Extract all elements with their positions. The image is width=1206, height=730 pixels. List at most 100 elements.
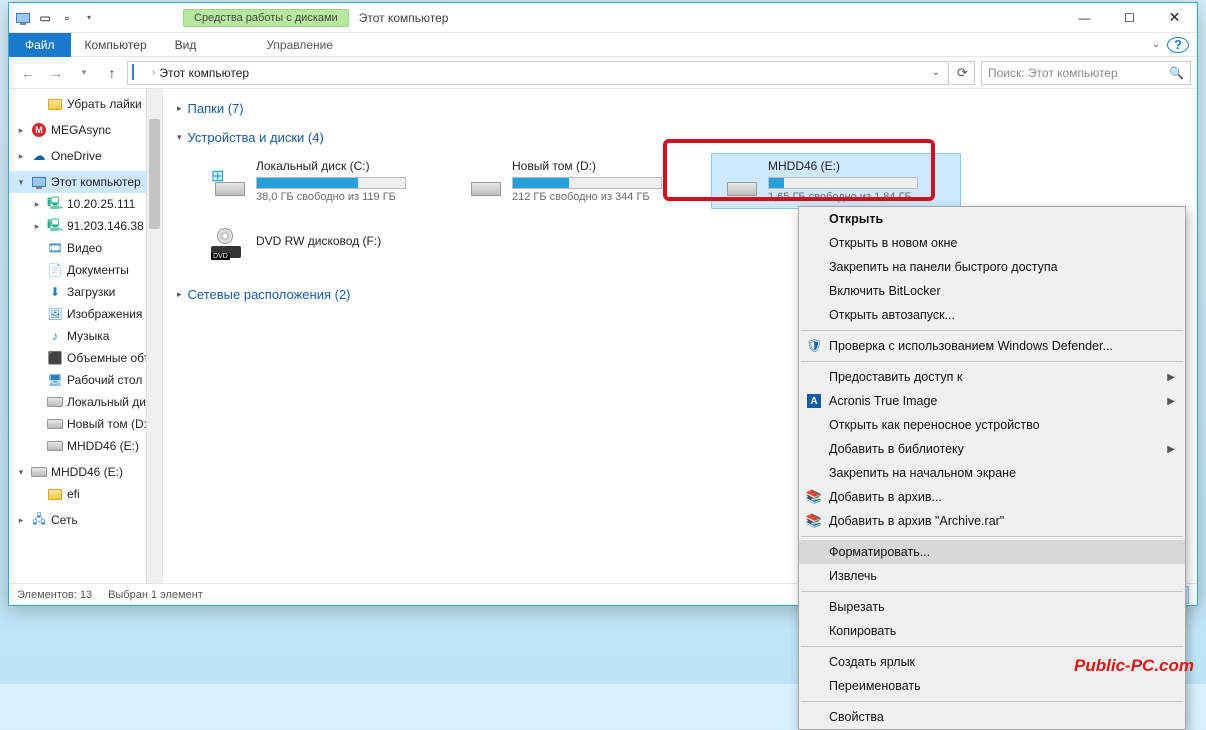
nav-item[interactable]: ▸♪Музыка bbox=[9, 325, 162, 347]
drive-item[interactable]: DVDDVD RW дисковод (F:) bbox=[199, 215, 449, 271]
nav-item[interactable]: ▸Локальный дис bbox=[9, 391, 162, 413]
context-menu-item[interactable]: Копировать bbox=[799, 619, 1185, 643]
ribbon-tab-computer[interactable]: Компьютер bbox=[71, 34, 161, 56]
qa-properties-icon[interactable]: ▭ bbox=[34, 7, 56, 29]
nav-item[interactable]: ▸⬛Объемные объ bbox=[9, 347, 162, 369]
ribbon-expand-icon[interactable]: ⌄ bbox=[1145, 39, 1167, 50]
navigation-pane[interactable]: ▸Убрать лайки Вк▸MMEGAsync▸☁OneDrive▾Это… bbox=[9, 89, 163, 583]
context-menu-item[interactable]: Закрепить на панели быстрого доступа bbox=[799, 255, 1185, 279]
nav-item[interactable]: ▸🖼Изображения bbox=[9, 303, 162, 325]
nav-item[interactable]: ▸🖳10.20.25.111 bbox=[9, 193, 162, 215]
nav-recent-dropdown[interactable]: ▾ bbox=[71, 60, 97, 86]
context-menu-item[interactable]: Извлечь bbox=[799, 564, 1185, 588]
tree-twist-icon[interactable]: ▸ bbox=[15, 125, 27, 136]
nav-item[interactable]: ▸☁OneDrive bbox=[9, 145, 162, 167]
chevron-right-icon: ▸ bbox=[177, 103, 182, 114]
nav-item[interactable]: ▸🖳91.203.146.38 bbox=[9, 215, 162, 237]
context-menu-item[interactable]: 🛡Проверка с использованием Windows Defen… bbox=[799, 334, 1185, 358]
context-menu-item[interactable]: Переименовать bbox=[799, 674, 1185, 698]
drive-capacity-bar bbox=[768, 177, 918, 189]
context-menu-item[interactable]: Открыть автозапуск... bbox=[799, 303, 1185, 327]
nav-forward-button[interactable]: → bbox=[43, 60, 69, 86]
qa-dropdown-icon[interactable]: ▾ bbox=[78, 7, 100, 29]
refresh-button[interactable]: ⟳ bbox=[951, 61, 975, 85]
section-drives[interactable]: ▾ Устройства и диски (4) bbox=[169, 124, 1191, 153]
chevron-down-icon: ▾ bbox=[177, 132, 182, 143]
drive-name: Локальный диск (C:) bbox=[256, 159, 442, 173]
section-network-label: Сетевые расположения (2) bbox=[188, 287, 351, 302]
context-menu-item[interactable]: Свойства bbox=[799, 705, 1185, 729]
ribbon-tab-manage[interactable]: Управление bbox=[252, 34, 347, 56]
context-menu-item[interactable]: 📚Добавить в архив... bbox=[799, 485, 1185, 509]
address-icon bbox=[132, 65, 148, 81]
menu-item-label: Включить BitLocker bbox=[829, 284, 941, 298]
nav-item-icon: ☁ bbox=[31, 148, 47, 164]
nav-item[interactable]: ▸Убрать лайки Вк bbox=[9, 93, 162, 115]
context-menu-item[interactable]: Включить BitLocker bbox=[799, 279, 1185, 303]
menu-item-label: Проверка с использованием Windows Defend… bbox=[829, 339, 1113, 353]
nav-item[interactable]: ▸📄Документы bbox=[9, 259, 162, 281]
tree-twist-icon[interactable]: ▸ bbox=[15, 515, 27, 526]
nav-item[interactable]: ▸🎞Видео bbox=[9, 237, 162, 259]
tree-twist-icon[interactable]: ▾ bbox=[15, 467, 27, 478]
ribbon-tab-view[interactable]: Вид bbox=[161, 34, 211, 56]
nav-item[interactable]: ▸Новый том (D:) bbox=[9, 413, 162, 435]
chevron-right-icon: ▸ bbox=[177, 289, 182, 300]
context-menu-item[interactable]: AAcronis True Image▶ bbox=[799, 389, 1185, 413]
nav-item[interactable]: ▸🖥Рабочий стол bbox=[9, 369, 162, 391]
context-menu-item[interactable]: Предоставить доступ к▶ bbox=[799, 365, 1185, 389]
contextual-tab-group: Средства работы с дисками bbox=[183, 3, 349, 33]
nav-item[interactable]: ▸efi bbox=[9, 483, 162, 505]
drive-item[interactable]: MHDD46 (E:)1,65 ГБ свободно из 1,84 ГБ bbox=[711, 153, 961, 209]
nav-item-icon: 🖧 bbox=[31, 512, 47, 528]
drive-item[interactable]: Новый том (D:)212 ГБ свободно из 344 ГБ bbox=[455, 153, 705, 209]
context-menu-item[interactable]: Вырезать bbox=[799, 595, 1185, 619]
nav-item-label: Загрузки bbox=[67, 285, 115, 299]
section-folders[interactable]: ▸ Папки (7) bbox=[169, 95, 1191, 124]
tree-twist-icon[interactable]: ▸ bbox=[15, 151, 27, 162]
tree-twist-icon[interactable]: ▾ bbox=[15, 177, 27, 188]
context-menu-item[interactable]: Открыть bbox=[799, 207, 1185, 231]
menu-item-label: Предоставить доступ к bbox=[829, 370, 962, 384]
nav-item-icon bbox=[47, 394, 63, 410]
nav-item-icon: ⬛ bbox=[47, 350, 63, 366]
nav-item-icon bbox=[31, 464, 47, 480]
nav-item-label: MHDD46 (E:) bbox=[67, 439, 139, 453]
help-icon[interactable]: ? bbox=[1167, 37, 1189, 53]
drive-item[interactable]: ⊞Локальный диск (C:)38,0 ГБ свободно из … bbox=[199, 153, 449, 209]
close-button[interactable]: ✕ bbox=[1152, 4, 1197, 32]
menu-item-label: Открыть bbox=[829, 212, 883, 226]
context-menu-item[interactable]: Открыть в новом окне bbox=[799, 231, 1185, 255]
nav-up-button[interactable]: ↑ bbox=[99, 60, 125, 86]
nav-item-label: Музыка bbox=[67, 329, 109, 343]
nav-back-button[interactable]: ← bbox=[15, 60, 41, 86]
context-menu-item[interactable]: Закрепить на начальном экране bbox=[799, 461, 1185, 485]
context-menu-item[interactable]: 📚Добавить в архив "Archive.rar" bbox=[799, 509, 1185, 533]
nav-item[interactable]: ▾MHDD46 (E:) bbox=[9, 461, 162, 483]
nav-item-icon: 🎞 bbox=[47, 240, 63, 256]
search-input[interactable]: Поиск: Этот компьютер 🔍 bbox=[981, 61, 1191, 85]
address-bar[interactable]: › Этот компьютер ⌄ bbox=[127, 61, 949, 85]
breadcrumb-this-pc[interactable]: Этот компьютер bbox=[155, 66, 253, 80]
context-menu[interactable]: ОткрытьОткрыть в новом окнеЗакрепить на … bbox=[798, 206, 1186, 730]
submenu-arrow-icon: ▶ bbox=[1167, 444, 1175, 455]
minimize-button[interactable]: — bbox=[1062, 4, 1107, 32]
drive-tools-tab-label: Средства работы с дисками bbox=[183, 9, 349, 27]
tree-twist-icon[interactable]: ▸ bbox=[31, 221, 43, 232]
nav-item[interactable]: ▸MMEGAsync bbox=[9, 119, 162, 141]
nav-item[interactable]: ▸MHDD46 (E:) bbox=[9, 435, 162, 457]
context-menu-item[interactable]: Открыть как переносное устройство bbox=[799, 413, 1185, 437]
address-dropdown-icon[interactable]: ⌄ bbox=[932, 67, 944, 78]
nav-scrollbar[interactable] bbox=[146, 89, 162, 583]
nav-item[interactable]: ▾Этот компьютер bbox=[9, 171, 162, 193]
maximize-button[interactable]: ☐ bbox=[1107, 4, 1152, 32]
scrollbar-thumb[interactable] bbox=[149, 119, 160, 229]
nav-item[interactable]: ▸⬇Загрузки bbox=[9, 281, 162, 303]
menu-item-label: Закрепить на начальном экране bbox=[829, 466, 1016, 480]
context-menu-item[interactable]: Добавить в библиотеку▶ bbox=[799, 437, 1185, 461]
tree-twist-icon[interactable]: ▸ bbox=[31, 199, 43, 210]
context-menu-item[interactable]: Форматировать... bbox=[799, 540, 1185, 564]
nav-item[interactable]: ▸🖧Сеть bbox=[9, 509, 162, 531]
file-menu-button[interactable]: Файл bbox=[9, 33, 71, 57]
qa-newfolder-icon[interactable]: ▫ bbox=[56, 7, 78, 29]
